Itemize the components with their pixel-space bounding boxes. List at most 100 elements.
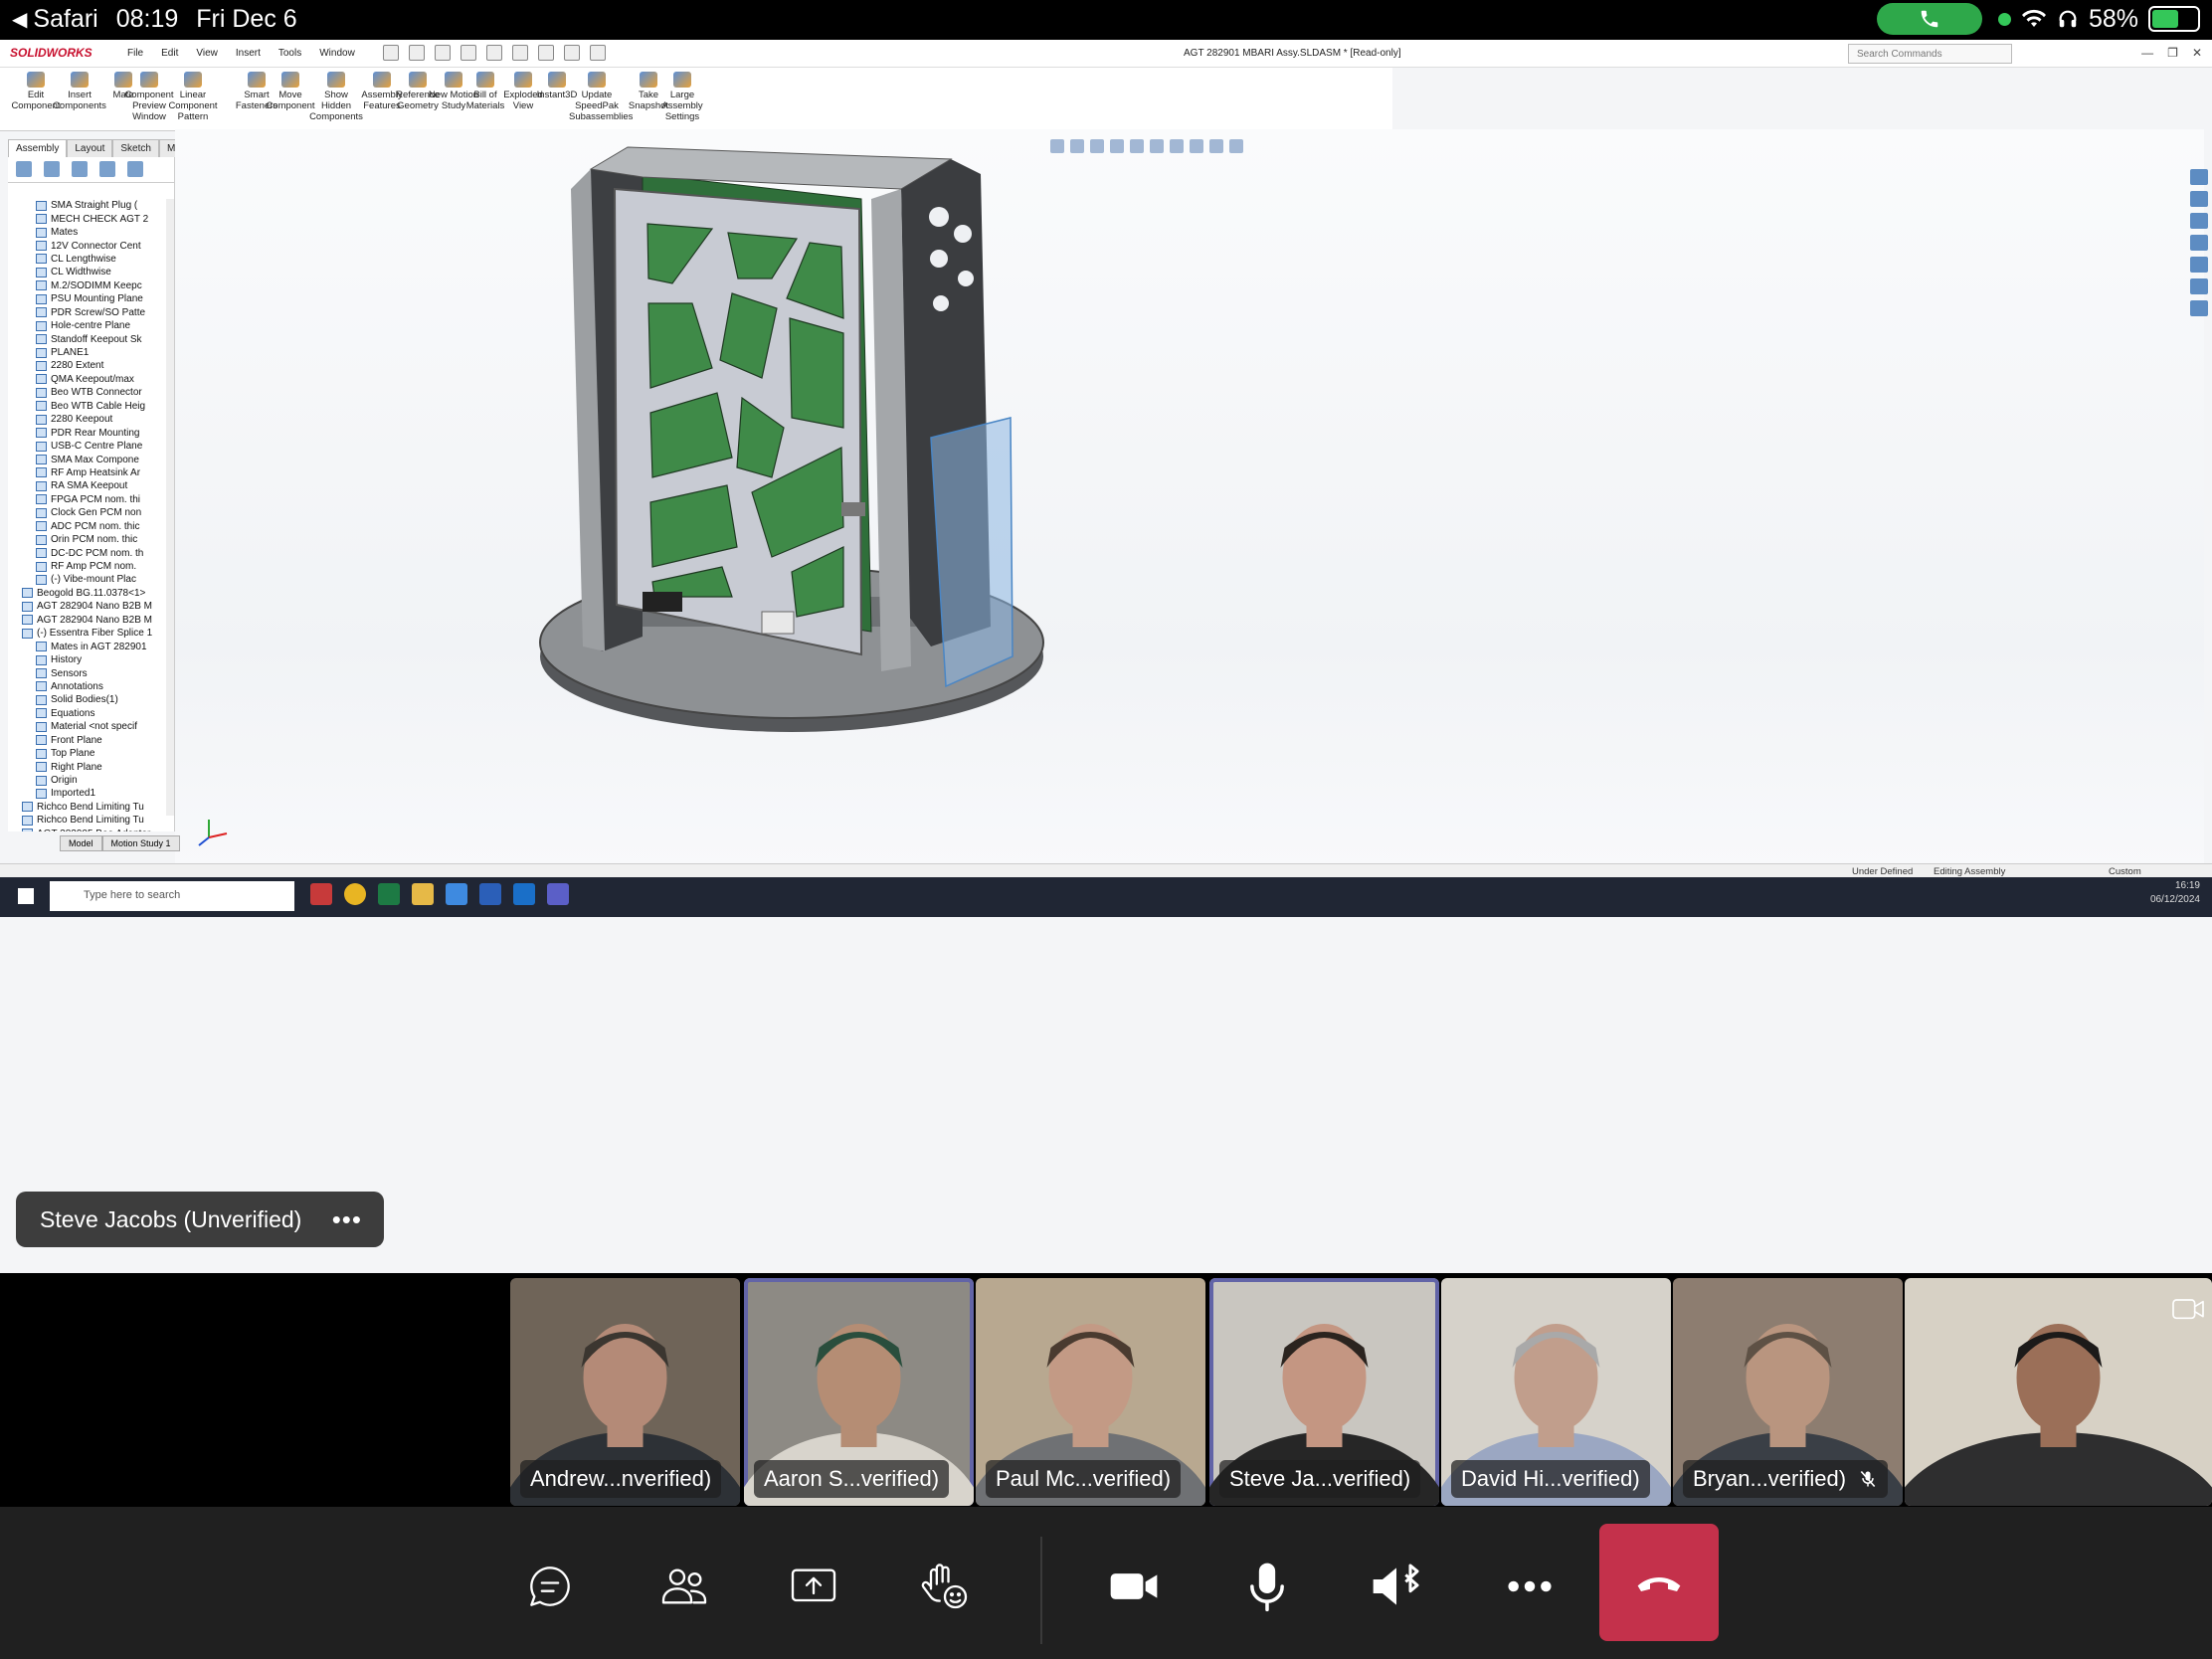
participant-tile[interactable]: Andrew...nverified): [510, 1278, 740, 1506]
teams-icon[interactable]: [547, 883, 569, 905]
model-tab-0[interactable]: Model: [60, 835, 102, 851]
more-actions-button[interactable]: [1502, 1559, 1558, 1614]
back-to-app-link[interactable]: ◀ Safari: [12, 5, 98, 34]
previous-view-icon[interactable]: [1090, 139, 1104, 153]
tree-item[interactable]: Beogold BG.11.0378<1>: [8, 587, 167, 600]
chrome-icon[interactable]: [344, 883, 366, 905]
tree-item[interactable]: Richco Bend Limiting Tu: [8, 801, 167, 814]
tab-assembly[interactable]: Assembly: [8, 139, 68, 158]
tree-item[interactable]: DC-DC PCM nom. th: [8, 546, 167, 559]
tree-item[interactable]: PDR Rear Mounting: [8, 426, 167, 439]
outlook-icon[interactable]: [513, 883, 535, 905]
excel-icon[interactable]: [378, 883, 400, 905]
minimize-icon[interactable]: —: [2141, 46, 2153, 60]
tree-item[interactable]: CL Lengthwise: [8, 253, 167, 266]
tree-item[interactable]: Hole-centre Plane: [8, 319, 167, 332]
select-icon[interactable]: [538, 45, 554, 61]
view-orientation-icon[interactable]: [1130, 139, 1144, 153]
tree-item[interactable]: Sensors: [8, 666, 167, 679]
word-icon[interactable]: [479, 883, 501, 905]
open-icon[interactable]: [435, 45, 451, 61]
design-library-icon[interactable]: [2190, 191, 2208, 207]
tab-sketch[interactable]: Sketch: [112, 139, 159, 158]
windows-start-icon[interactable]: [18, 888, 34, 904]
participant-tile[interactable]: [1905, 1278, 2212, 1506]
appearances-icon[interactable]: [2190, 257, 2208, 273]
calendar-app-icon[interactable]: [310, 883, 332, 905]
tree-item[interactable]: 2280 Extent: [8, 359, 167, 372]
tree-item[interactable]: Solid Bodies(1): [8, 693, 167, 706]
display-manager-icon[interactable]: [127, 161, 143, 177]
close-icon[interactable]: ✕: [2192, 46, 2202, 60]
tree-item[interactable]: Front Plane: [8, 734, 167, 747]
tree-item[interactable]: Orin PCM nom. thic: [8, 533, 167, 546]
resources-icon[interactable]: [2190, 169, 2208, 185]
tree-item[interactable]: RF Amp PCM nom.: [8, 560, 167, 573]
tree-item[interactable]: MECH CHECK AGT 2: [8, 212, 167, 225]
snip-icon[interactable]: [446, 883, 467, 905]
tree-item[interactable]: Imported1: [8, 787, 167, 800]
tree-item[interactable]: Clock Gen PCM non: [8, 506, 167, 519]
tree-item[interactable]: (-) Essentra Fiber Splice 1: [8, 627, 167, 640]
tree-item[interactable]: Mates in AGT 282901: [8, 640, 167, 652]
tree-item[interactable]: Richco Bend Limiting Tu: [8, 814, 167, 827]
appearance-icon[interactable]: [1190, 139, 1203, 153]
dimxpert-icon[interactable]: [99, 161, 115, 177]
tree-item[interactable]: ADC PCM nom. thic: [8, 520, 167, 533]
tree-item[interactable]: RF Amp Heatsink Ar: [8, 466, 167, 479]
menu-view[interactable]: View: [196, 48, 218, 59]
participant-tile[interactable]: Steve Ja...verified): [1209, 1278, 1439, 1506]
section-view-icon[interactable]: [1110, 139, 1124, 153]
new-document-icon[interactable]: [409, 45, 425, 61]
tree-item[interactable]: CL Widthwise: [8, 266, 167, 278]
active-call-pill[interactable]: [1876, 3, 1982, 35]
participant-tile[interactable]: Paul Mc...verified): [976, 1278, 1205, 1506]
print-icon[interactable]: [486, 45, 502, 61]
participants-button[interactable]: [656, 1559, 712, 1614]
participant-tile[interactable]: Bryan...verified): [1673, 1278, 1903, 1506]
camera-button[interactable]: [1106, 1559, 1162, 1614]
tree-item[interactable]: 2280 Keepout: [8, 413, 167, 426]
tree-item[interactable]: Beo WTB Connector: [8, 386, 167, 399]
menu-tools[interactable]: Tools: [278, 48, 301, 59]
home-icon[interactable]: [383, 45, 399, 61]
file-explorer-icon[interactable]: [412, 883, 434, 905]
graphics-area[interactable]: [175, 129, 2204, 870]
taskbar-search-input[interactable]: Type here to search: [50, 881, 294, 911]
display-style-icon[interactable]: [1150, 139, 1164, 153]
tree-item[interactable]: PLANE1: [8, 346, 167, 359]
file-explorer-icon[interactable]: [2190, 213, 2208, 229]
tree-scrollbar[interactable]: [166, 199, 174, 816]
tab-layout[interactable]: Layout: [67, 139, 113, 158]
tree-item[interactable]: Right Plane: [8, 760, 167, 773]
view-palette-icon[interactable]: [2190, 235, 2208, 251]
ribbon-large-assembly-settings-button[interactable]: Large Assembly Settings: [654, 72, 710, 122]
configuration-manager-icon[interactable]: [72, 161, 88, 177]
participant-tile[interactable]: Aaron S...verified): [744, 1278, 974, 1506]
units-selector[interactable]: Custom: [2109, 866, 2141, 877]
tree-item[interactable]: SMA Max Compone: [8, 453, 167, 465]
tree-item[interactable]: AGT 282904 Nano B2B M: [8, 600, 167, 613]
leave-call-button[interactable]: [1599, 1524, 1719, 1641]
raise-hand-button[interactable]: [917, 1559, 973, 1614]
hide-show-icon[interactable]: [1170, 139, 1184, 153]
view-settings-icon[interactable]: [1229, 139, 1243, 153]
custom-properties-icon[interactable]: [2190, 278, 2208, 294]
tree-item[interactable]: AGT 282905 Beo Adapter: [8, 828, 167, 831]
tree-item[interactable]: Standoff Keepout Sk: [8, 332, 167, 345]
model-tab-1[interactable]: Motion Study 1: [101, 835, 180, 851]
tree-item[interactable]: 12V Connector Cent: [8, 239, 167, 252]
feature-manager-icon[interactable]: [16, 161, 32, 177]
menu-edit[interactable]: Edit: [161, 48, 178, 59]
tree-item[interactable]: Beo WTB Cable Heig: [8, 400, 167, 413]
share-screen-button[interactable]: [786, 1559, 841, 1614]
tree-item[interactable]: Material <not specif: [8, 720, 167, 733]
tree-item[interactable]: PSU Mounting Plane: [8, 292, 167, 305]
participant-tile[interactable]: David Hi...verified): [1441, 1278, 1671, 1506]
tree-item[interactable]: Origin: [8, 774, 167, 787]
tree-item[interactable]: QMA Keepout/max: [8, 373, 167, 386]
menu-insert[interactable]: Insert: [236, 48, 261, 59]
tree-item[interactable]: Top Plane: [8, 747, 167, 760]
tree-item[interactable]: Annotations: [8, 680, 167, 693]
tree-item[interactable]: PDR Screw/SO Patte: [8, 306, 167, 319]
